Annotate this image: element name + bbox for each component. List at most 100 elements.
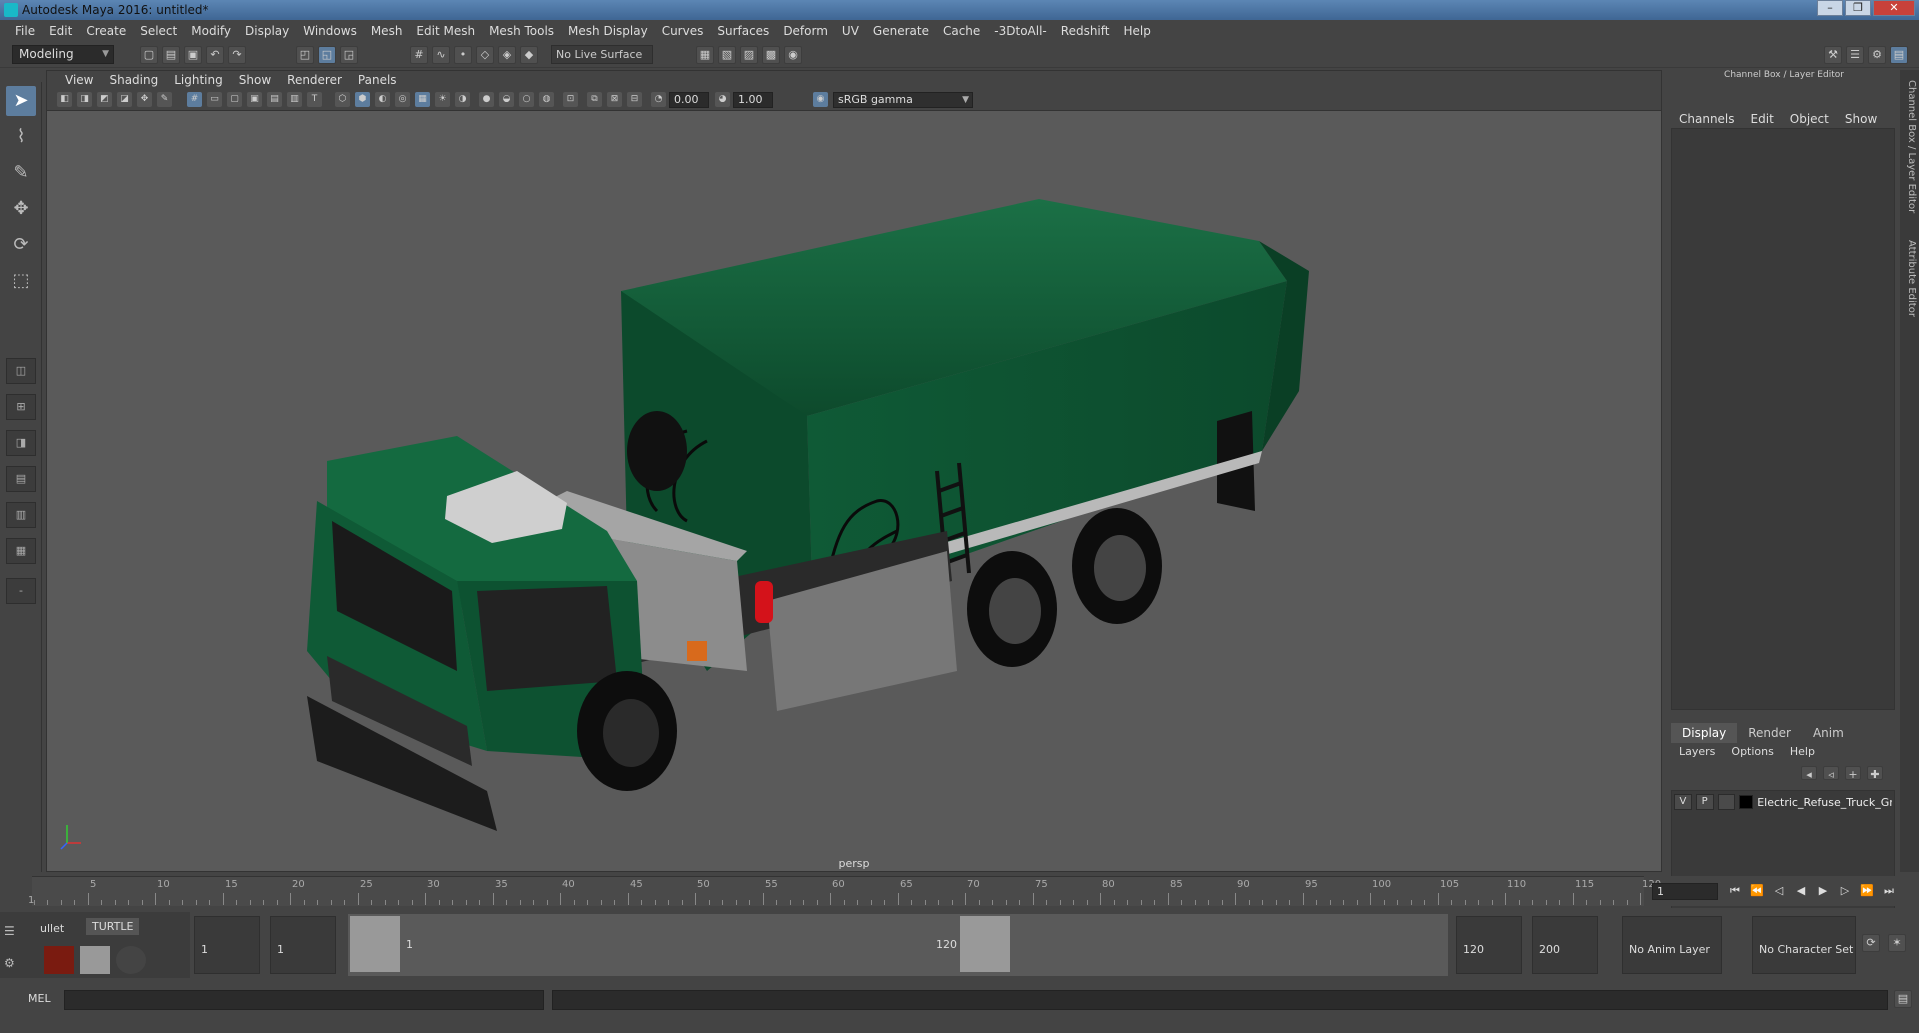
- go-to-end-icon[interactable]: ⏭: [1880, 884, 1898, 900]
- range-end-handle[interactable]: [960, 916, 1010, 972]
- textured-icon[interactable]: ▦: [415, 92, 430, 107]
- playback-start-field[interactable]: 1: [270, 916, 336, 974]
- current-frame-field[interactable]: 1: [1652, 883, 1718, 900]
- four-pane-layout-icon[interactable]: ⊞: [6, 394, 36, 420]
- hypergraph-layout-icon[interactable]: ▦: [6, 538, 36, 564]
- menu-mesh-tools[interactable]: Mesh Tools: [482, 24, 561, 38]
- playback-end-field[interactable]: 120: [1456, 916, 1522, 974]
- ipr-render-icon[interactable]: ▨: [740, 46, 758, 64]
- depth-of-field-icon[interactable]: ◍: [539, 92, 554, 107]
- tab-anim[interactable]: Anim: [1801, 723, 1855, 743]
- menu-surfaces[interactable]: Surfaces: [710, 24, 776, 38]
- new-layer-selected-icon[interactable]: ✚: [1867, 766, 1883, 781]
- range-slider[interactable]: 1 120: [348, 914, 1448, 976]
- menu-uv[interactable]: UV: [835, 24, 866, 38]
- character-set-dropdown[interactable]: No Character Set: [1752, 916, 1856, 974]
- viewport-menu-panels[interactable]: Panels: [350, 73, 405, 87]
- safe-action-icon[interactable]: ▥: [287, 92, 302, 107]
- menu-file[interactable]: File: [8, 24, 42, 38]
- undo-icon[interactable]: ↶: [206, 46, 224, 64]
- live-surface-field[interactable]: No Live Surface: [551, 45, 653, 64]
- channel-box-side-tab[interactable]: Channel Box / Layer Editor: [1902, 80, 1917, 213]
- lasso-tool-icon[interactable]: ⌇: [6, 122, 36, 152]
- turtle-material-icon[interactable]: [116, 946, 146, 974]
- select-hierarchy-icon[interactable]: ◰: [296, 46, 314, 64]
- grease-pencil-icon[interactable]: ✎: [157, 92, 172, 107]
- command-language-label[interactable]: MEL: [28, 992, 51, 1005]
- turtle-bake-icon[interactable]: [80, 946, 110, 974]
- wireframe-on-shaded-icon[interactable]: ◎: [395, 92, 410, 107]
- select-tool-icon[interactable]: ➤: [6, 86, 36, 116]
- ambient-occlusion-icon[interactable]: ●: [479, 92, 494, 107]
- rotate-tool-icon[interactable]: ⟳: [6, 230, 36, 260]
- outliner-layout-icon[interactable]: ▤: [6, 466, 36, 492]
- options-menu[interactable]: Options: [1723, 745, 1781, 758]
- snap-vertex-icon[interactable]: ◆: [520, 46, 538, 64]
- anti-aliasing-icon[interactable]: ○: [519, 92, 534, 107]
- snap-grid-icon[interactable]: #: [410, 46, 428, 64]
- auto-key-icon[interactable]: ⟳: [1862, 934, 1880, 952]
- resolution-gate-icon[interactable]: ▢: [227, 92, 242, 107]
- smooth-shade-icon[interactable]: ⬢: [355, 92, 370, 107]
- tab-render[interactable]: Render: [1737, 723, 1802, 743]
- play-forward-icon[interactable]: ▶: [1814, 884, 1832, 900]
- menu-edit[interactable]: Edit: [42, 24, 79, 38]
- xray-components-icon[interactable]: ⊟: [627, 92, 642, 107]
- snap-curve-icon[interactable]: ∿: [432, 46, 450, 64]
- menu-generate[interactable]: Generate: [866, 24, 936, 38]
- color-space-dropdown[interactable]: sRGB gamma ▼: [833, 92, 973, 108]
- snap-view-icon[interactable]: ◇: [476, 46, 494, 64]
- viewport-panel[interactable]: View Shading Lighting Show Renderer Pane…: [46, 70, 1662, 872]
- step-forward-key-icon[interactable]: ⏩: [1858, 884, 1876, 900]
- minimize-button[interactable]: –: [1817, 0, 1843, 16]
- channel-box-toggle-icon[interactable]: ▤: [1890, 46, 1908, 64]
- layers-menu[interactable]: Layers: [1671, 745, 1723, 758]
- move-layer-up-icon[interactable]: ◂: [1801, 766, 1817, 781]
- attribute-editor-toggle-icon[interactable]: ☰: [1846, 46, 1864, 64]
- safe-title-icon[interactable]: T: [307, 92, 322, 107]
- gate-mask-icon[interactable]: ▣: [247, 92, 262, 107]
- camera-attributes-icon[interactable]: ◨: [77, 92, 92, 107]
- close-button[interactable]: ✕: [1873, 0, 1915, 16]
- anim-layer-dropdown[interactable]: No Anim Layer: [1622, 916, 1722, 974]
- step-back-frame-icon[interactable]: ◁: [1770, 884, 1788, 900]
- step-back-key-icon[interactable]: ⏪: [1748, 884, 1766, 900]
- select-component-icon[interactable]: ◲: [340, 46, 358, 64]
- command-input[interactable]: [64, 990, 544, 1010]
- shadows-icon[interactable]: ◑: [455, 92, 470, 107]
- viewport-menu-renderer[interactable]: Renderer: [279, 73, 350, 87]
- truck-model[interactable]: [47, 111, 1661, 855]
- menu-redshift[interactable]: Redshift: [1054, 24, 1117, 38]
- xray-icon[interactable]: ⧉: [587, 92, 602, 107]
- redo-icon[interactable]: ↷: [228, 46, 246, 64]
- cb-edit-menu[interactable]: Edit: [1743, 112, 1782, 126]
- channels-menu[interactable]: Channels: [1671, 112, 1743, 126]
- anim-preferences-icon[interactable]: ✶: [1888, 934, 1906, 952]
- collapse-toolbox-icon[interactable]: -: [6, 578, 36, 604]
- open-scene-icon[interactable]: ▤: [162, 46, 180, 64]
- layer-display-type[interactable]: [1717, 794, 1736, 810]
- menu-display[interactable]: Display: [238, 24, 296, 38]
- scale-tool-icon[interactable]: ⬚: [6, 266, 36, 296]
- select-object-icon[interactable]: ◱: [318, 46, 336, 64]
- step-forward-frame-icon[interactable]: ▷: [1836, 884, 1854, 900]
- tab-display[interactable]: Display: [1671, 723, 1738, 743]
- shelf-tab-turtle[interactable]: TURTLE: [86, 918, 140, 935]
- paint-select-tool-icon[interactable]: ✎: [6, 158, 36, 188]
- new-layer-icon[interactable]: +: [1845, 766, 1861, 781]
- gamma-field[interactable]: 1.00: [733, 92, 773, 108]
- move-tool-icon[interactable]: ✥: [6, 194, 36, 224]
- graph-layout-icon[interactable]: ▥: [6, 502, 36, 528]
- single-pane-layout-icon[interactable]: ◫: [6, 358, 36, 384]
- xray-joints-icon[interactable]: ⊠: [607, 92, 622, 107]
- move-layer-down-icon[interactable]: ◃: [1823, 766, 1839, 781]
- bookmark-icon[interactable]: ◩: [97, 92, 112, 107]
- shelf-tab-bullet[interactable]: ullet: [40, 922, 64, 935]
- image-plane-icon[interactable]: ◪: [117, 92, 132, 107]
- layer-playback-toggle[interactable]: P: [1695, 794, 1714, 810]
- viewport-menu-show[interactable]: Show: [231, 73, 279, 87]
- scene-start-field[interactable]: 1: [194, 916, 260, 974]
- menu-mesh-display[interactable]: Mesh Display: [561, 24, 655, 38]
- menu-cache[interactable]: Cache: [936, 24, 987, 38]
- gamma-icon[interactable]: ◕: [715, 92, 730, 107]
